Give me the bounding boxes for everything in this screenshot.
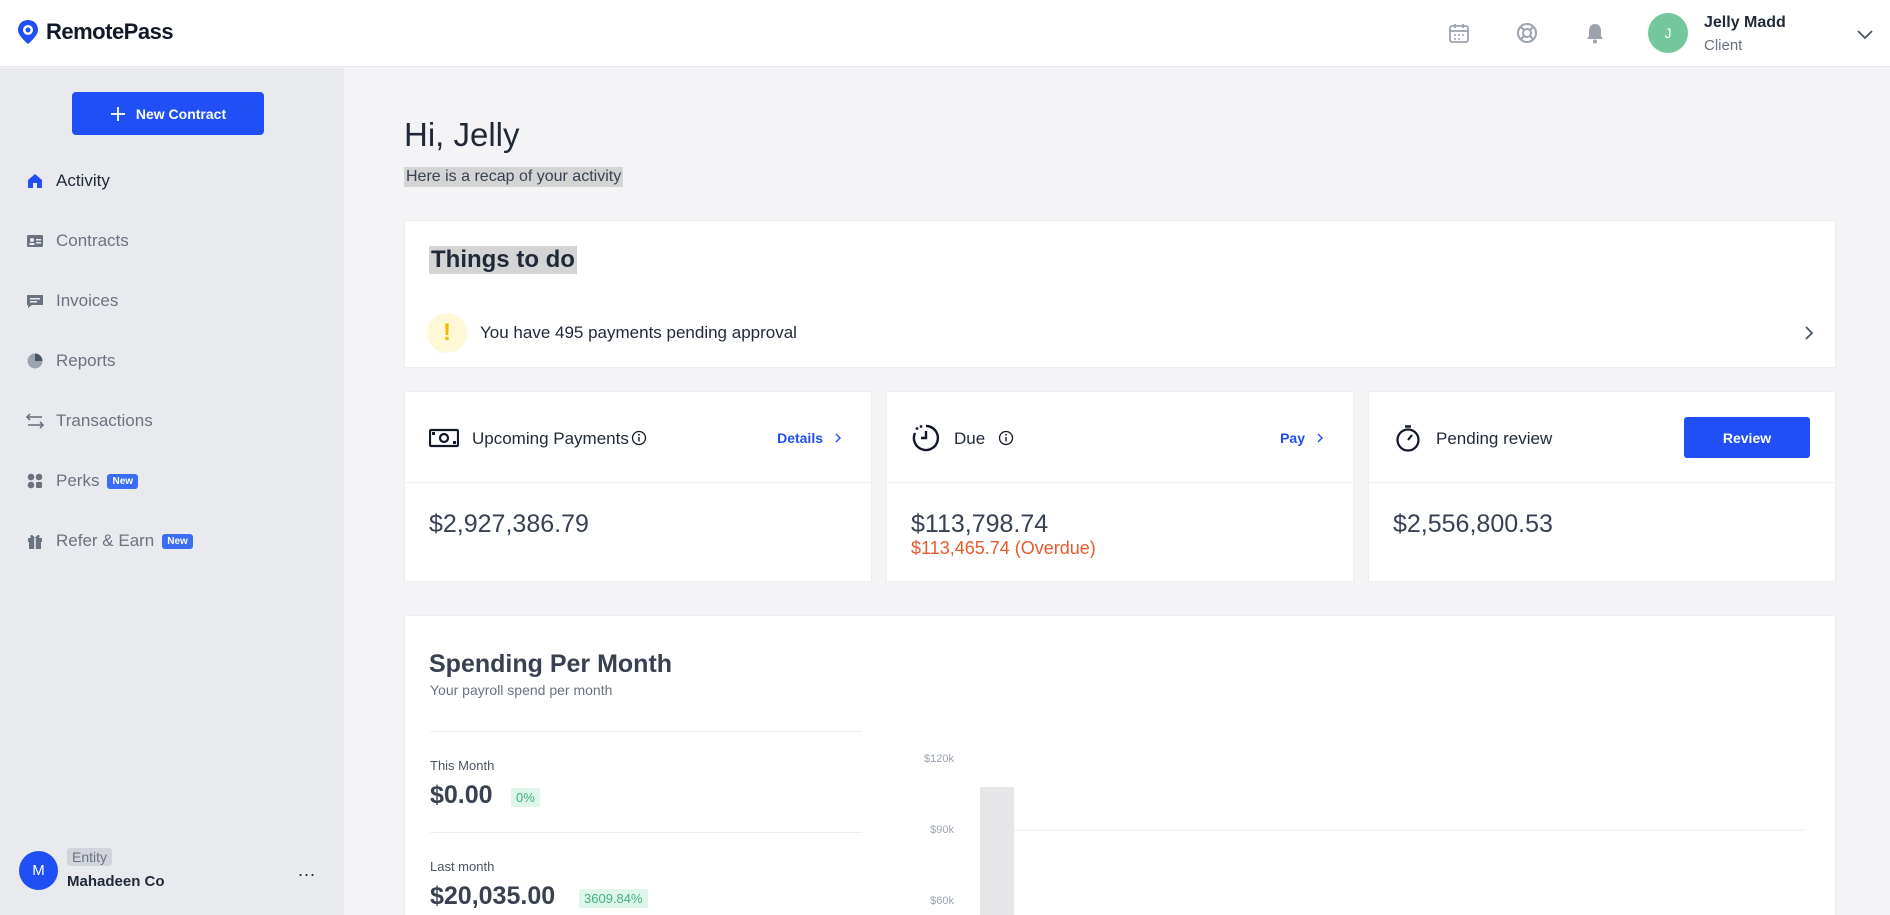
sidebar-item-refer-earn[interactable]: Refer & Earn New (26, 526, 193, 556)
y-tick-label: $90k (930, 824, 954, 836)
sidebar-item-perks[interactable]: Perks New (26, 466, 139, 496)
perks-icon (26, 472, 44, 490)
card-header: Upcoming Payments Details (405, 392, 871, 483)
overdue-amount: $113,465.74 (Overdue) (911, 538, 1096, 558)
last-month-change-badge: 3609.84% (579, 889, 648, 908)
sidebar-item-contracts[interactable]: Contracts (26, 226, 129, 256)
stat-label: Due (954, 429, 986, 448)
gift-icon (26, 532, 44, 550)
upcoming-payments-card: Upcoming Payments Details $2,927,386.79 (404, 391, 872, 582)
y-tick-label: $120k (924, 753, 954, 765)
support-icon[interactable] (1514, 20, 1540, 46)
more-options-icon[interactable]: ... (298, 860, 316, 881)
chevron-down-icon[interactable] (1855, 24, 1875, 44)
user-name[interactable]: Jelly Madd (1704, 14, 1786, 32)
new-badge: New (162, 533, 193, 549)
sidebar: New Contract Activity Contracts Invoices… (0, 68, 344, 915)
chevron-right-icon (835, 433, 841, 443)
todo-item-text: You have 495 payments pending approval (480, 323, 797, 342)
cash-icon (429, 428, 459, 448)
due-card: Due Pay $113,798.74 $113,465.74 (Overdue… (886, 391, 1354, 582)
todo-item[interactable]: ! You have 495 payments pending approval (427, 313, 1819, 353)
contracts-icon (26, 232, 44, 250)
page-subtitle: Here is a recap of your activity (404, 167, 624, 187)
stat-value: $2,927,386.79 (429, 510, 589, 538)
reports-icon (26, 352, 44, 370)
sidebar-item-transactions[interactable]: Transactions (26, 406, 153, 436)
entity-avatar[interactable]: M (19, 851, 58, 890)
plus-icon (110, 106, 125, 121)
clock-icon (912, 424, 940, 452)
chevron-right-icon (1317, 433, 1323, 443)
remotepass-logo[interactable]: RemotePass (16, 19, 174, 45)
entity-tag: Entity (67, 848, 113, 866)
divider (430, 731, 862, 732)
sidebar-item-label: Invoices (56, 291, 119, 310)
info-icon[interactable] (631, 430, 647, 446)
sidebar-item-label: Transactions (56, 411, 153, 430)
calendar-icon[interactable] (1446, 20, 1472, 46)
sidebar-item-invoices[interactable]: Invoices (26, 286, 118, 316)
home-icon (26, 172, 44, 190)
last-month-label: Last month (430, 859, 495, 874)
details-link-label: Details (777, 430, 823, 446)
user-avatar[interactable]: J (1648, 13, 1688, 53)
pay-link[interactable]: Pay (1280, 430, 1325, 446)
new-contract-label: New Contract (135, 105, 227, 122)
transactions-icon (26, 412, 44, 430)
top-bar: RemotePass J Jelly Madd Client (0, 0, 1890, 67)
sidebar-item-activity[interactable]: Activity (26, 166, 110, 196)
spending-title: Spending Per Month (429, 650, 673, 678)
invoices-icon (26, 292, 44, 310)
sidebar-item-label: Activity (56, 171, 110, 190)
logo-pin-icon (18, 20, 38, 44)
card-header: Pending review Review (1369, 392, 1835, 483)
divider (430, 832, 862, 833)
stat-label: Pending review (1436, 429, 1553, 448)
user-role: Client (1704, 37, 1743, 54)
chevron-right-icon[interactable] (1799, 323, 1819, 343)
this-month-change-badge: 0% (511, 788, 540, 807)
y-tick-label: $60k (930, 895, 954, 907)
this-month-value: $0.00 (430, 781, 493, 809)
warning-icon: ! (427, 313, 467, 353)
entity-name[interactable]: Mahadeen Co (67, 873, 165, 890)
new-contract-button[interactable]: New Contract (72, 92, 264, 135)
sidebar-item-label: Perks (56, 471, 100, 490)
things-to-do-card: Things to do ! You have 495 payments pen… (404, 220, 1836, 368)
page-title: Hi, Jelly (404, 116, 520, 153)
spending-chart: $120k $90k $60k (924, 753, 1805, 915)
stat-label: Upcoming Payments (472, 429, 629, 448)
sidebar-item-reports[interactable]: Reports (26, 346, 116, 376)
sidebar-item-label: Refer & Earn (56, 531, 155, 550)
bell-icon[interactable] (1582, 20, 1608, 46)
spending-subtitle: Your payroll spend per month (430, 682, 613, 698)
info-icon[interactable] (998, 430, 1014, 446)
stat-value: $113,798.74 (911, 510, 1049, 538)
card-header: Due Pay (887, 392, 1353, 483)
review-button[interactable]: Review (1684, 417, 1810, 458)
this-month-label: This Month (430, 758, 495, 773)
sidebar-item-label: Contracts (56, 231, 129, 250)
stopwatch-icon (1396, 425, 1420, 452)
new-badge: New (107, 473, 139, 489)
pay-link-label: Pay (1280, 430, 1305, 446)
sidebar-item-label: Reports (56, 351, 116, 370)
things-to-do-title: Things to do (429, 246, 577, 274)
details-link[interactable]: Details (777, 430, 843, 446)
last-month-value: $20,035.00 (430, 882, 556, 910)
app-name: RemotePass (46, 19, 174, 44)
pending-review-card: Pending review Review $2,556,800.53 (1368, 391, 1836, 582)
chart-bar (980, 787, 1014, 915)
stat-value: $2,556,800.53 (1393, 510, 1553, 538)
